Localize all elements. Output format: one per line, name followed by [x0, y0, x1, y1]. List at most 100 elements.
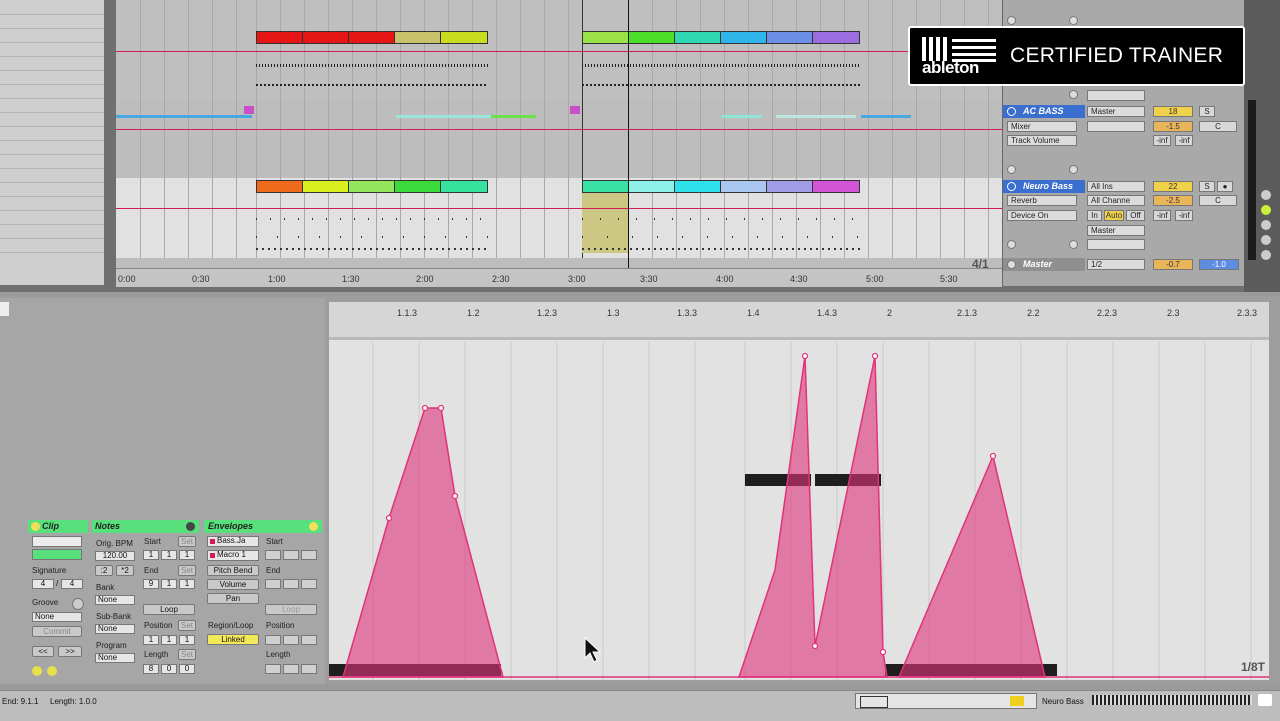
- clip[interactable]: [812, 31, 860, 44]
- halve-button[interactable]: :2: [95, 565, 113, 576]
- env-loop-button[interactable]: Loop: [265, 604, 317, 615]
- position-sixteenth-field[interactable]: 1: [179, 635, 195, 645]
- clip[interactable]: [256, 180, 303, 193]
- monitor-off-button[interactable]: Off: [1126, 210, 1145, 221]
- browser-row[interactable]: [0, 84, 104, 99]
- device-select[interactable]: Mixer: [1007, 121, 1077, 132]
- clip-activator-icon[interactable]: [31, 522, 40, 531]
- env-length-field[interactable]: [301, 664, 317, 674]
- length-beat-field[interactable]: 0: [161, 664, 177, 674]
- env-end-field[interactable]: [301, 579, 317, 589]
- volume-field[interactable]: 18: [1153, 106, 1193, 117]
- end-bar-field[interactable]: 9: [143, 579, 159, 589]
- track-lane-1[interactable]: [116, 0, 1002, 100]
- env-start-field[interactable]: [265, 550, 281, 560]
- subbank-select[interactable]: None: [95, 624, 135, 634]
- signature-denominator[interactable]: 4: [61, 579, 83, 589]
- selected-clip-region[interactable]: [582, 193, 628, 253]
- start-bar-field[interactable]: 1: [143, 550, 159, 560]
- volume-field[interactable]: 22: [1153, 181, 1193, 192]
- groove-select[interactable]: None: [32, 612, 82, 622]
- arm-button[interactable]: ●: [1217, 181, 1233, 192]
- envelopes-panel-toggle-icon[interactable]: [309, 522, 318, 531]
- device-select[interactable]: Reverb: [1007, 195, 1077, 206]
- length-sixteenth-field[interactable]: 0: [179, 664, 195, 674]
- clip[interactable]: [766, 180, 813, 193]
- empty-field[interactable]: [1087, 90, 1145, 101]
- solo-button[interactable]: S: [1199, 181, 1215, 192]
- clip[interactable]: [256, 31, 303, 44]
- browser-row[interactable]: [0, 126, 104, 141]
- clip[interactable]: [394, 31, 441, 44]
- end-sixteenth-field[interactable]: 1: [179, 579, 195, 589]
- browser-row[interactable]: [0, 112, 104, 127]
- linked-button[interactable]: Linked: [207, 634, 259, 645]
- clip[interactable]: [628, 180, 675, 193]
- envelopes-panel-header[interactable]: Envelopes: [204, 520, 322, 533]
- commit-button[interactable]: Commit: [32, 626, 82, 637]
- notes-panel-toggle-icon[interactable]: [186, 522, 195, 531]
- output-select[interactable]: Master: [1087, 225, 1145, 236]
- show-box-icon[interactable]: [47, 666, 57, 676]
- browser-row[interactable]: [0, 210, 104, 225]
- clip[interactable]: [348, 31, 395, 44]
- lock-icon[interactable]: [1261, 205, 1271, 215]
- play-icon[interactable]: [1007, 107, 1016, 116]
- browser-row[interactable]: [0, 14, 104, 29]
- env-end-field[interactable]: [265, 579, 281, 589]
- play-icon[interactable]: [1007, 182, 1016, 191]
- clip[interactable]: [440, 180, 488, 193]
- center-button[interactable]: C: [1199, 121, 1237, 132]
- add-icon[interactable]: [1069, 165, 1078, 174]
- orig-bpm-field[interactable]: 120.00: [95, 551, 135, 561]
- unfold-icon[interactable]: [1007, 16, 1016, 25]
- clip[interactable]: [720, 31, 767, 44]
- send-a-field[interactable]: -inf: [1153, 210, 1171, 221]
- clip[interactable]: [394, 180, 441, 193]
- env-start-field[interactable]: [301, 550, 317, 560]
- browser-row[interactable]: [0, 196, 104, 211]
- pan-field[interactable]: -2.5: [1153, 195, 1193, 206]
- clip[interactable]: [582, 180, 629, 193]
- browser-row[interactable]: [0, 238, 104, 253]
- add-icon[interactable]: [1069, 240, 1078, 249]
- start-sixteenth-field[interactable]: 1: [179, 550, 195, 560]
- browser-row[interactable]: [0, 42, 104, 57]
- input-select[interactable]: All Ins: [1087, 181, 1145, 192]
- browser-row[interactable]: [0, 56, 104, 71]
- end-set-button[interactable]: Set: [178, 565, 196, 576]
- env-end-field[interactable]: [283, 579, 299, 589]
- clip[interactable]: [766, 31, 813, 44]
- channel-select[interactable]: All Channe: [1087, 195, 1145, 206]
- add-icon[interactable]: [1069, 90, 1078, 99]
- add-icon[interactable]: [1069, 16, 1078, 25]
- clip[interactable]: [302, 180, 349, 193]
- position-set-button[interactable]: Set: [178, 620, 196, 631]
- program-select[interactable]: None: [95, 653, 135, 663]
- next-button[interactable]: >>: [58, 646, 82, 657]
- chevron-up-icon[interactable]: [1258, 694, 1272, 706]
- browser-row[interactable]: [0, 70, 104, 85]
- browser-row[interactable]: [0, 140, 104, 155]
- env-length-field[interactable]: [283, 664, 299, 674]
- quantize-select[interactable]: 1/2: [1087, 259, 1145, 270]
- env-position-field[interactable]: [283, 635, 299, 645]
- position-bar-field[interactable]: 1: [143, 635, 159, 645]
- length-bar-field[interactable]: 8: [143, 664, 159, 674]
- clip[interactable]: [628, 31, 675, 44]
- notes-panel-header[interactable]: Notes: [92, 520, 199, 533]
- length-set-button[interactable]: Set: [178, 649, 196, 660]
- overview-strip[interactable]: [855, 693, 1037, 709]
- clip[interactable]: [674, 180, 721, 193]
- empty-field[interactable]: [1087, 121, 1145, 132]
- end-beat-field[interactable]: 1: [161, 579, 177, 589]
- clip-color-field[interactable]: [32, 549, 82, 560]
- monitor-in-button[interactable]: In: [1087, 210, 1102, 221]
- env-start-field[interactable]: [283, 550, 299, 560]
- unfold-icon[interactable]: [1007, 165, 1016, 174]
- output-select[interactable]: Master: [1087, 106, 1145, 117]
- play-icon[interactable]: [1007, 260, 1016, 269]
- start-beat-field[interactable]: 1: [161, 550, 177, 560]
- start-set-button[interactable]: Set: [178, 536, 196, 547]
- browser-row[interactable]: [0, 28, 104, 43]
